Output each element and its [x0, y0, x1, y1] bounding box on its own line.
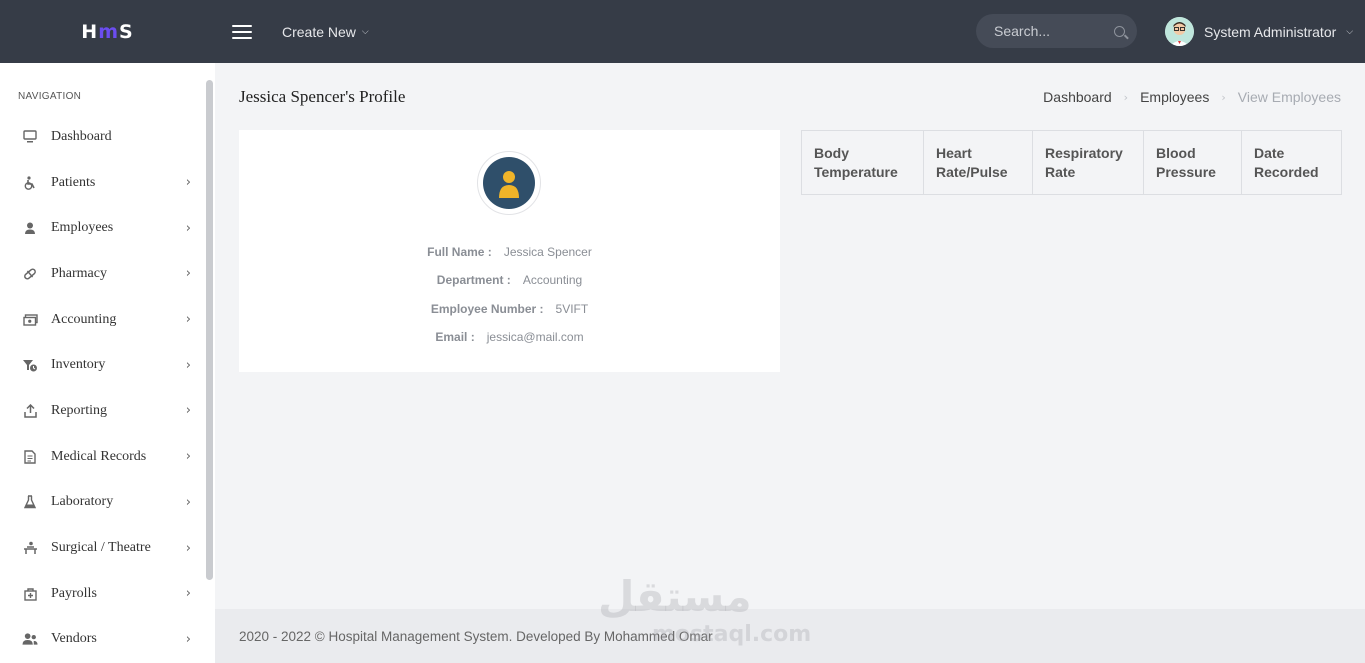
sidebar-item-employees[interactable]: Employees ›: [0, 205, 205, 251]
full-name-label: Full Name :: [427, 245, 492, 260]
sidebar-item-label: Medical Records: [51, 448, 147, 464]
user-icon: [22, 220, 38, 236]
sidebar-item-label: Laboratory: [51, 494, 114, 510]
column-header-blood-pressure: Blood Pressure: [1143, 130, 1242, 195]
sidebar-item-label: Accounting: [51, 311, 117, 327]
logo[interactable]: HmS: [0, 0, 215, 63]
create-new-label: Create New: [282, 23, 356, 40]
sidebar-item-vendors[interactable]: Vendors ›: [0, 617, 205, 663]
money-icon: [22, 312, 38, 328]
logo-text: HmS: [81, 20, 134, 43]
full-name-value: Jessica Spencer: [503, 245, 592, 260]
wheelchair-icon: [22, 175, 38, 191]
breadcrumb-dashboard[interactable]: Dashboard: [1043, 89, 1112, 105]
chevron-right-icon: ›: [1221, 90, 1226, 104]
vitals-table: Body Temperature Heart Rate/Pulse Respirat…: [801, 130, 1342, 195]
document-icon: [22, 449, 38, 465]
sidebar-item-label: Inventory: [51, 357, 106, 373]
table-header-row: Body Temperature Heart Rate/Pulse Respirat…: [801, 130, 1342, 195]
person-icon: [483, 157, 535, 209]
chevron-right-icon: ›: [185, 540, 191, 556]
sidebar-item-medical-records[interactable]: Medical Records ›: [0, 434, 205, 480]
pill-icon: [22, 266, 38, 282]
chevron-right-icon: ›: [185, 403, 191, 419]
column-header-date-recorded: Date Recorded: [1241, 130, 1342, 195]
sidebar-item-label: Reporting: [51, 402, 107, 418]
chevron-right-icon: ›: [185, 586, 191, 602]
create-new-dropdown[interactable]: Create New ⌵: [282, 24, 369, 40]
department-label: Department :: [436, 273, 511, 288]
page-title: Jessica Spencer's Profile: [239, 87, 406, 106]
employee-number-value: 5VIFT: [555, 301, 589, 316]
sidebar-scrollbar[interactable]: [206, 80, 213, 580]
sidebar-item-inventory[interactable]: Inventory ›: [0, 342, 205, 388]
upload-icon: [22, 403, 38, 419]
flask-icon: [22, 494, 38, 510]
surgery-icon: [22, 540, 38, 556]
sidebar-item-payrolls[interactable]: Payrolls ›: [0, 571, 205, 617]
chevron-right-icon: ›: [185, 357, 191, 373]
sidebar-item-label: Dashboard: [51, 128, 112, 144]
sidebar: NAVIGATION Dashboard Patients › Employee…: [0, 63, 215, 663]
chevron-right-icon: ›: [185, 266, 191, 282]
email-label: Email :: [435, 330, 475, 345]
sidebar-item-patients[interactable]: Patients ›: [0, 160, 205, 206]
search-icon[interactable]: [1114, 25, 1125, 37]
column-header-respiratory-rate: Respiratory Rate: [1032, 130, 1144, 195]
sidebar-item-label: Pharmacy: [51, 265, 107, 281]
chevron-right-icon: ›: [185, 494, 191, 510]
user-name: System Administrator: [1204, 23, 1337, 40]
profile-avatar: [477, 151, 541, 215]
breadcrumb-view-employees: View Employees: [1237, 89, 1341, 105]
sidebar-item-label: Payrolls: [51, 585, 97, 601]
sidebar-item-label: Surgical / Theatre: [51, 540, 151, 556]
sidebar-item-dashboard[interactable]: Dashboard: [0, 114, 205, 160]
employee-number-label: Employee Number :: [430, 301, 544, 316]
chevron-right-icon: ›: [185, 175, 191, 191]
sidebar-item-accounting[interactable]: Accounting ›: [0, 297, 205, 343]
breadcrumb: Dashboard › Employees › View Employees: [1043, 89, 1341, 105]
chevron-right-icon: ›: [1123, 90, 1129, 104]
top-bar: HmS Create New ⌵: [0, 0, 1365, 63]
watermark: مستقل: [598, 572, 752, 621]
chevron-right-icon: ›: [185, 312, 191, 328]
avatar: [1165, 17, 1194, 46]
sidebar-item-surgical-theatre[interactable]: Surgical / Theatre ›: [0, 525, 205, 571]
chevron-down-icon: ⌵: [361, 26, 369, 36]
breadcrumb-employees[interactable]: Employees: [1140, 89, 1209, 105]
sidebar-item-label: Patients: [51, 174, 96, 190]
wallet-icon: [22, 586, 38, 602]
column-header-heart-rate: Heart Rate/Pulse: [923, 130, 1033, 195]
footer-text: 2020 - 2022 © Hospital Management System…: [239, 628, 713, 644]
monitor-icon: [22, 129, 38, 145]
sidebar-item-label: Employees: [51, 220, 114, 236]
sidebar-item-reporting[interactable]: Reporting ›: [0, 388, 205, 434]
chevron-right-icon: ›: [185, 631, 191, 647]
column-header-body-temperature: Body Temperature: [801, 130, 924, 195]
sidebar-heading: NAVIGATION: [18, 91, 82, 102]
user-menu[interactable]: System Administrator ⌵: [1165, 17, 1353, 46]
profile-card: Full Name : Jessica Spencer Department :…: [239, 130, 780, 372]
chevron-right-icon: ›: [185, 220, 191, 236]
profile-row-full-name: Full Name : Jessica Spencer: [239, 238, 780, 266]
inventory-icon: [22, 357, 38, 373]
sidebar-item-laboratory[interactable]: Laboratory ›: [0, 480, 205, 526]
chevron-right-icon: ›: [185, 449, 191, 465]
search-box: [976, 14, 1137, 48]
profile-info: Full Name : Jessica Spencer Department :…: [239, 238, 780, 351]
sidebar-nav: Dashboard Patients › Employees › Pharmac…: [0, 114, 205, 662]
watermark-url: mostaql.com: [652, 622, 812, 647]
chevron-down-icon: ⌵: [1346, 26, 1354, 36]
sidebar-item-pharmacy[interactable]: Pharmacy ›: [0, 251, 205, 297]
profile-row-email: Email : jessica@mail.com: [239, 323, 780, 351]
search-input[interactable]: [994, 23, 1104, 39]
email-value: jessica@mail.com: [486, 330, 584, 345]
sidebar-item-label: Vendors: [51, 631, 97, 647]
department-value: Accounting: [522, 273, 583, 288]
users-icon: [22, 631, 38, 647]
profile-row-employee-number: Employee Number : 5VIFT: [239, 295, 780, 323]
hamburger-menu-icon[interactable]: [232, 24, 252, 39]
profile-row-department: Department : Accounting: [239, 266, 780, 294]
